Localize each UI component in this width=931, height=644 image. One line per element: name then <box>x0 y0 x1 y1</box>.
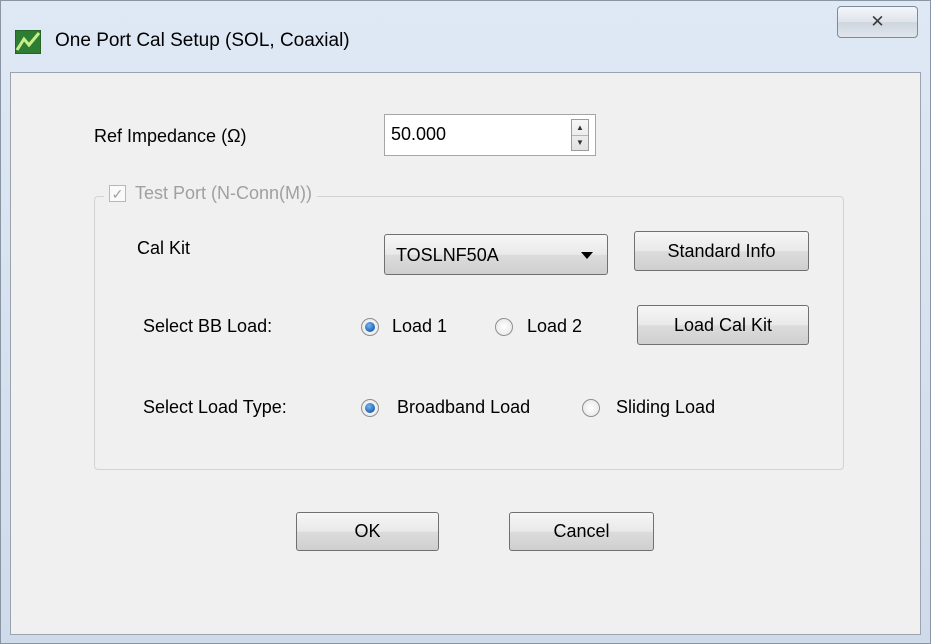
load-type-label: Select Load Type: <box>143 397 287 417</box>
radio-sliding-load-label: Sliding Load <box>616 397 716 417</box>
ref-impedance-spinbox[interactable]: 50.000 ▲ ▼ <box>384 114 596 156</box>
radio-load-1[interactable] <box>361 318 379 336</box>
close-button[interactable]: ✕ <box>837 6 918 38</box>
title-bar[interactable]: One Port Cal Setup (SOL, Coaxial) ✕ <box>1 1 930 71</box>
window-title: One Port Cal Setup (SOL, Coaxial) <box>55 30 350 51</box>
cal-kit-dropdown[interactable]: TOSLNF50A <box>384 234 608 275</box>
load-cal-kit-button[interactable]: Load Cal Kit <box>637 305 809 345</box>
load-cal-kit-label: Load Cal Kit <box>673 314 773 335</box>
radio-load-2-label: Load 2 <box>527 316 583 336</box>
checkmark-icon: ✓ <box>109 185 126 202</box>
standard-info-button[interactable]: Standard Info <box>634 231 809 271</box>
test-port-checkbox[interactable]: ✓ Test Port (N-Conn(M)) <box>104 183 318 204</box>
close-icon: ✕ <box>870 12 885 31</box>
radio-broadband-load[interactable] <box>361 399 379 417</box>
spin-up-arrow-icon[interactable]: ▲ <box>572 120 588 136</box>
radio-load-1-label: Load 1 <box>392 316 448 336</box>
cal-kit-label: Cal Kit <box>137 238 191 258</box>
bb-load-label: Select BB Load: <box>143 316 273 336</box>
radio-sliding-load[interactable] <box>582 399 600 417</box>
cancel-button[interactable]: Cancel <box>509 512 654 551</box>
standard-info-label: Standard Info <box>667 240 776 261</box>
ref-impedance-value[interactable]: 50.000 <box>391 124 446 145</box>
radio-load-2[interactable] <box>495 318 513 336</box>
radio-broadband-load-label: Broadband Load <box>397 397 531 417</box>
test-port-label: Test Port (N-Conn(M)) <box>135 183 313 203</box>
spin-buttons: ▲ ▼ <box>571 119 589 151</box>
cancel-label: Cancel <box>553 521 610 541</box>
app-logo-icon <box>15 30 41 54</box>
spin-down-arrow-icon[interactable]: ▼ <box>572 135 588 150</box>
ok-label: OK <box>354 521 381 541</box>
chevron-down-icon <box>581 252 593 259</box>
ref-impedance-label: Ref Impedance (Ω) <box>94 126 247 146</box>
cal-kit-selected-value: TOSLNF50A <box>396 245 499 265</box>
ok-button[interactable]: OK <box>296 512 439 551</box>
